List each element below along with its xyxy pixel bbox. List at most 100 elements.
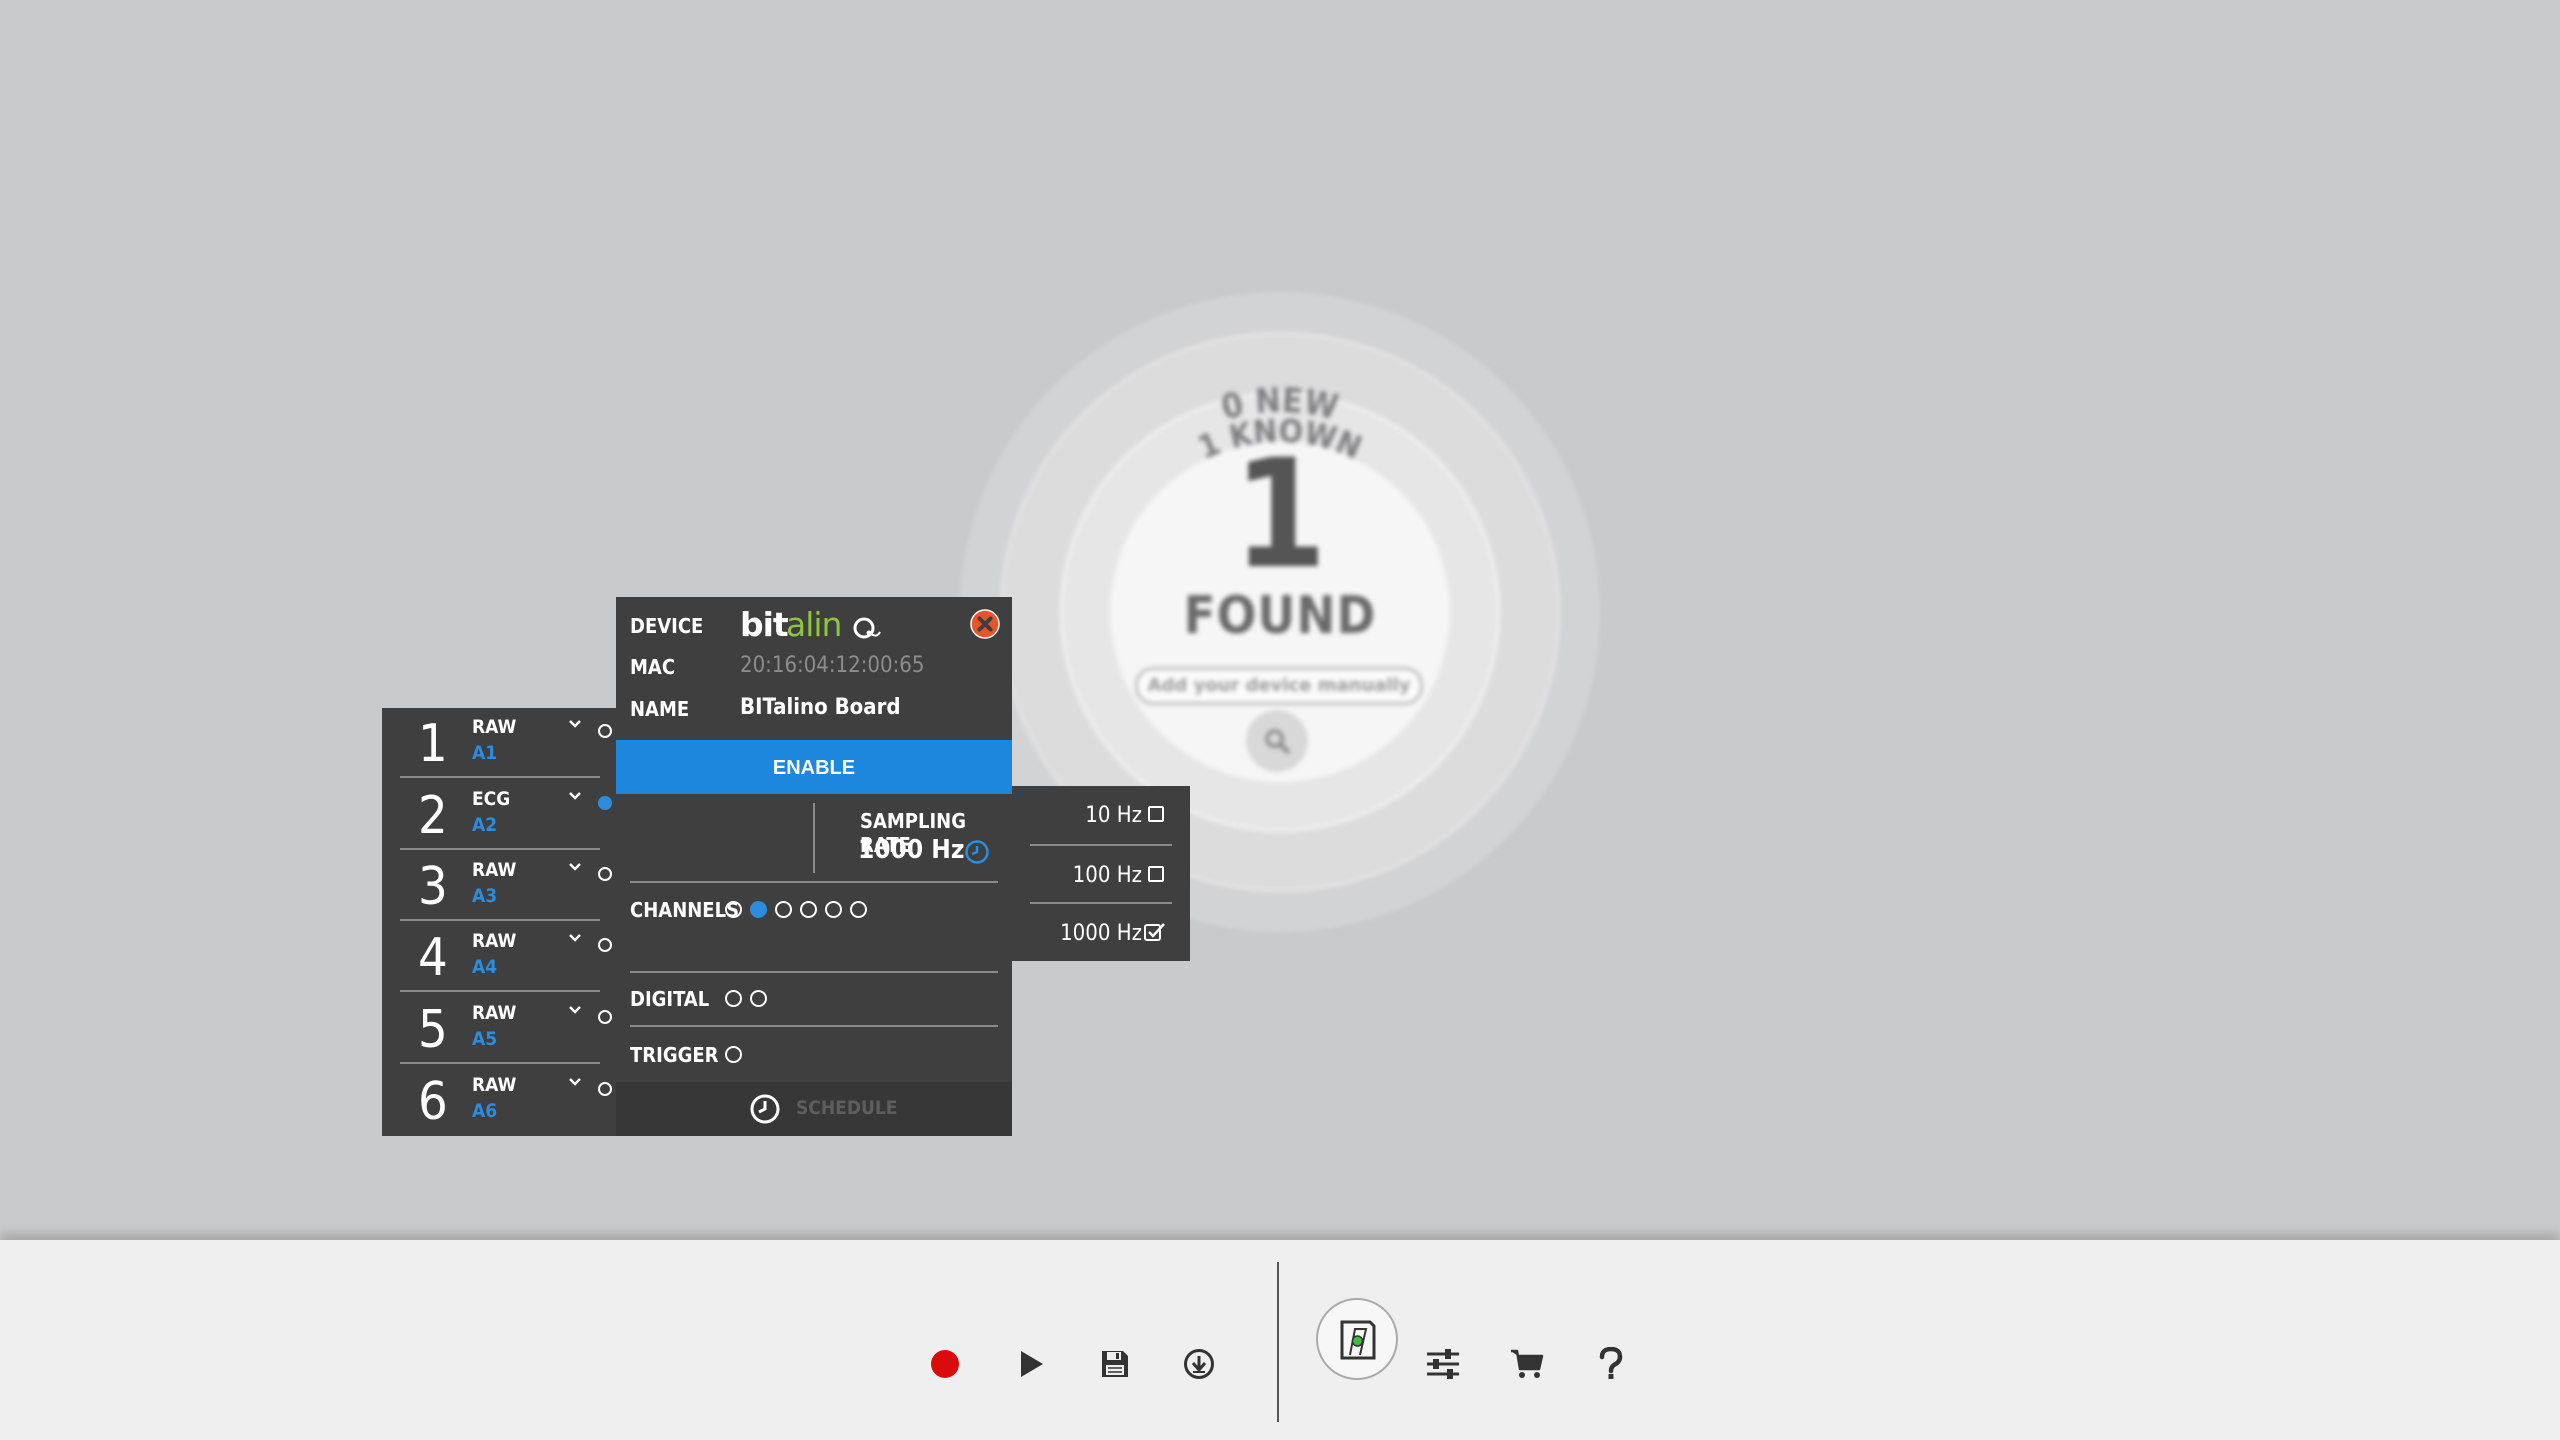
device-name-field[interactable]: BITalino Board (740, 695, 901, 720)
bitalino-logo: bit alin (740, 605, 881, 644)
schedule-button[interactable]: SCHEDULE (616, 1082, 1012, 1136)
channel-toggle[interactable] (598, 938, 612, 952)
chevron-down-icon[interactable] (567, 859, 583, 875)
clock-icon (750, 1094, 780, 1124)
channel-row-3[interactable]: 3 RAW A3 (400, 851, 612, 921)
device-config-panel: DEVICE bit alin MAC 20:16:04:12:00:65 NA… (616, 597, 1012, 1136)
checkbox-checked-icon[interactable] (1144, 922, 1166, 942)
chevron-down-icon[interactable] (567, 930, 583, 946)
record-button[interactable] (920, 1339, 970, 1389)
divider (813, 803, 815, 873)
manual-device-input[interactable]: Add your device manually (1135, 667, 1423, 705)
settings-button[interactable] (1418, 1339, 1468, 1389)
checkbox[interactable] (1148, 806, 1164, 822)
trigger-dots (725, 1046, 742, 1063)
channel-dot-6[interactable] (850, 901, 867, 918)
save-icon (1102, 1351, 1128, 1377)
channel-dot-2[interactable] (750, 901, 767, 918)
channel-type: RAW (472, 1002, 517, 1024)
channel-number: 4 (418, 928, 448, 988)
download-icon (1184, 1349, 1214, 1379)
digital-dots (725, 990, 767, 1007)
record-icon (931, 1350, 959, 1378)
channel-dot-4[interactable] (800, 901, 817, 918)
channel-dot-3[interactable] (775, 901, 792, 918)
digital-label: DIGITAL (630, 987, 710, 1011)
rate-option-label: 100 Hz (1072, 863, 1142, 888)
channel-number: 3 (418, 857, 448, 917)
close-icon[interactable] (969, 608, 1001, 640)
cart-button[interactable] (1502, 1339, 1552, 1389)
trigger-dot[interactable] (725, 1046, 742, 1063)
clock-icon[interactable] (964, 839, 990, 865)
svg-text:bit: bit (740, 605, 789, 644)
channel-toggle[interactable] (598, 867, 612, 881)
digital-dot-2[interactable] (750, 990, 767, 1007)
mac-label: MAC (630, 655, 676, 679)
enable-button[interactable]: ENABLE (616, 740, 1012, 794)
channel-toggle[interactable] (598, 724, 612, 738)
play-button[interactable] (1006, 1339, 1056, 1389)
search-button[interactable] (1246, 710, 1308, 772)
device-label: DEVICE (630, 614, 704, 638)
settings-icon (1427, 1349, 1459, 1379)
chevron-down-icon[interactable] (567, 1002, 583, 1018)
channel-row-2[interactable]: 2 ECG A2 (400, 780, 612, 850)
chevron-down-icon[interactable] (567, 788, 583, 804)
device-button[interactable] (1316, 1298, 1398, 1380)
channel-dot-1[interactable] (725, 901, 742, 918)
divider (630, 881, 998, 883)
channels-label: CHANNELS (630, 898, 740, 922)
channel-port: A1 (472, 742, 498, 764)
rate-option-label: 10 Hz (1085, 803, 1142, 828)
divider (630, 1025, 998, 1027)
channel-toggle[interactable] (598, 1082, 612, 1096)
download-button[interactable] (1174, 1339, 1224, 1389)
schedule-label: SCHEDULE (796, 1097, 898, 1119)
checkbox[interactable] (1148, 866, 1164, 882)
channel-toggle[interactable] (598, 1010, 612, 1024)
menu-pointer (1002, 848, 1014, 898)
cart-icon (1511, 1349, 1544, 1378)
channel-type: RAW (472, 716, 517, 738)
rate-option-100hz[interactable]: 100 Hz (1030, 846, 1184, 904)
channel-port: A4 (472, 956, 498, 978)
channel-row-4[interactable]: 4 RAW A4 (400, 922, 612, 992)
rate-option-10hz[interactable]: 10 Hz (1030, 786, 1184, 844)
help-button[interactable] (1586, 1339, 1636, 1389)
chevron-down-icon[interactable] (567, 716, 583, 732)
channel-row-6[interactable]: 6 RAW A6 (400, 1066, 612, 1136)
channel-port: A6 (472, 1100, 498, 1122)
chevron-down-icon[interactable] (567, 1074, 583, 1090)
channel-row-5[interactable]: 5 RAW A5 (400, 994, 612, 1064)
bottom-toolbar (0, 1240, 2560, 1440)
channel-number: 5 (418, 1000, 448, 1060)
found-label: FOUND (1183, 586, 1377, 646)
rate-option-1000hz[interactable]: 1000 Hz (1030, 904, 1184, 962)
channel-type: RAW (472, 930, 517, 952)
save-button[interactable] (1090, 1339, 1140, 1389)
channel-number: 2 (418, 786, 448, 846)
channel-dot-5[interactable] (825, 901, 842, 918)
svg-text:alin: alin (786, 605, 841, 644)
channel-toggle[interactable] (598, 796, 612, 810)
search-icon (1265, 729, 1290, 754)
mac-value: 20:16:04:12:00:65 (740, 653, 925, 678)
channel-type: ECG (472, 788, 511, 810)
channel-type: RAW (472, 859, 517, 881)
channel-number: 1 (418, 714, 448, 774)
channel-port: A2 (472, 814, 498, 836)
digital-dot-1[interactable] (725, 990, 742, 1007)
play-icon (1021, 1351, 1043, 1377)
trigger-label: TRIGGER (630, 1043, 719, 1067)
channel-dots (725, 901, 867, 918)
name-label: NAME (630, 697, 690, 721)
sampling-rate-value[interactable]: 1000 Hz (858, 835, 964, 865)
toolbar-divider (1277, 1262, 1279, 1422)
channel-port: A5 (472, 1028, 498, 1050)
channel-list: 1 RAW A1 2 ECG A2 3 RAW A3 4 RAW A4 5 RA… (382, 708, 618, 1136)
channel-port: A3 (472, 885, 498, 907)
divider (630, 971, 998, 973)
channel-row-1[interactable]: 1 RAW A1 (400, 708, 612, 778)
help-icon (1599, 1347, 1623, 1379)
